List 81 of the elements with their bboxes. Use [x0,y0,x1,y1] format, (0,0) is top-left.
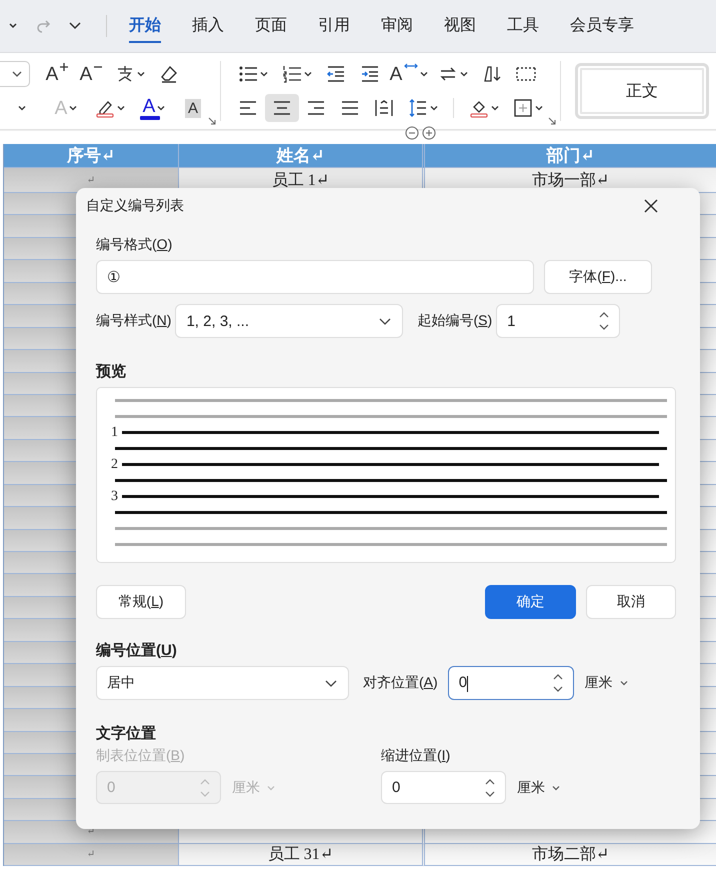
ribbon-tab[interactable]: 视图 [444,9,476,43]
font-button[interactable]: 字体(F)... [544,260,652,294]
field-label: 起始编号(S) [417,312,492,330]
align-center-button[interactable] [265,94,299,122]
outdent-icon [326,64,346,84]
unit-dropdown[interactable]: 厘米 [517,778,561,796]
column-header: 序号↵ [4,144,179,168]
dialog-button[interactable]: 常规(L) [96,585,186,619]
table-cell: ↵ [4,844,179,866]
unit-dropdown[interactable]: 厘米 [584,674,629,692]
indent-position-spinbox[interactable]: 0 [381,771,506,804]
ok-button[interactable]: 确定 [485,585,576,619]
caret-icon [157,104,166,112]
pinyin-icon [115,64,135,84]
ribbon-tab[interactable]: 引用 [318,9,350,43]
column-header: 姓名↵ [179,144,425,168]
field-label: 编号样式(N) [96,312,172,330]
dialog-launcher-icon[interactable] [208,117,216,125]
field-label: 对齐位置(A) [363,674,438,692]
caret-icon [260,70,268,78]
number-style-dropdown[interactable]: 1, 2, 3, ... [175,304,404,338]
column-header: 部门↵ [425,144,716,168]
spin-arrows-icon[interactable] [485,776,495,798]
caret-icon [117,104,125,112]
ribbon-tab[interactable]: 页面 [255,9,287,43]
number-position-dropdown[interactable]: 居中 [96,666,349,700]
dialog-launcher-icon[interactable] [548,117,556,125]
sort-icon [482,64,502,84]
caret-icon [535,104,543,112]
section-heading: 预览 [96,362,127,381]
spin-arrows-icon[interactable] [552,672,563,694]
section-heading: 编号位置(U) [96,641,178,660]
caret-icon [304,70,312,78]
dialog-button[interactable]: 取消 [586,585,676,619]
caret-icon [69,104,78,112]
indent-icon [360,64,380,84]
number-format-field[interactable]: ① [96,260,534,294]
grow-font-button[interactable]: A [40,60,74,88]
start-number-spinbox[interactable]: 1 [496,304,620,338]
text-direction-button[interactable]: A [387,60,431,88]
caret-icon [491,104,499,112]
ribbon-tab[interactable]: 会员专享 [570,9,634,43]
dialog-title: 自定义编号列表 [86,197,184,215]
ribbon-tab[interactable]: 工具 [507,9,539,43]
ribbon-tab[interactable]: 审阅 [381,9,413,43]
close-icon[interactable] [644,199,658,213]
ribbon-tab[interactable]: 开始 [129,9,161,43]
dashed-box-icon [515,65,537,83]
font-color-button[interactable]: A [132,94,176,122]
bullet-list-icon [238,64,258,84]
numbered-list-icon [282,64,302,84]
section-heading: 文字位置 [96,724,157,743]
caret-icon [618,678,629,688]
char-shade-button[interactable]: A [176,94,210,122]
caret-icon [460,70,468,78]
ribbon-tab[interactable]: 插入 [192,9,224,43]
color-bar-icon [140,116,160,120]
caret-icon [430,104,438,112]
distribute-icon [374,98,394,118]
field-label: 缩进位置(I) [381,747,452,765]
spin-arrows-icon[interactable] [599,310,610,332]
plus-icon [60,63,68,71]
preview-number: 1 [111,424,118,440]
caret-icon [137,70,145,78]
borders-icon [513,98,533,118]
align-position-spinbox[interactable]: 0 [448,666,574,700]
caret-icon[interactable] [8,21,18,31]
line-spacing-icon [408,98,428,118]
shrink-font-button[interactable]: A [74,60,108,88]
table-cell: 市场二部↵ [425,844,716,866]
caret-icon [18,104,26,112]
add-remove-row-icon[interactable] [404,126,438,140]
table-cell: 员工 31↵ [179,844,425,866]
style-preview[interactable]: 正文 [575,63,709,119]
preview-number: 3 [111,488,118,504]
eraser-icon [159,64,179,84]
double-arrow-icon [404,63,418,69]
field-label: 编号格式(O) [96,236,174,254]
caret-icon [420,70,428,78]
preview-number: 2 [111,456,118,472]
field-label: 制表位位置(B) [96,747,186,765]
